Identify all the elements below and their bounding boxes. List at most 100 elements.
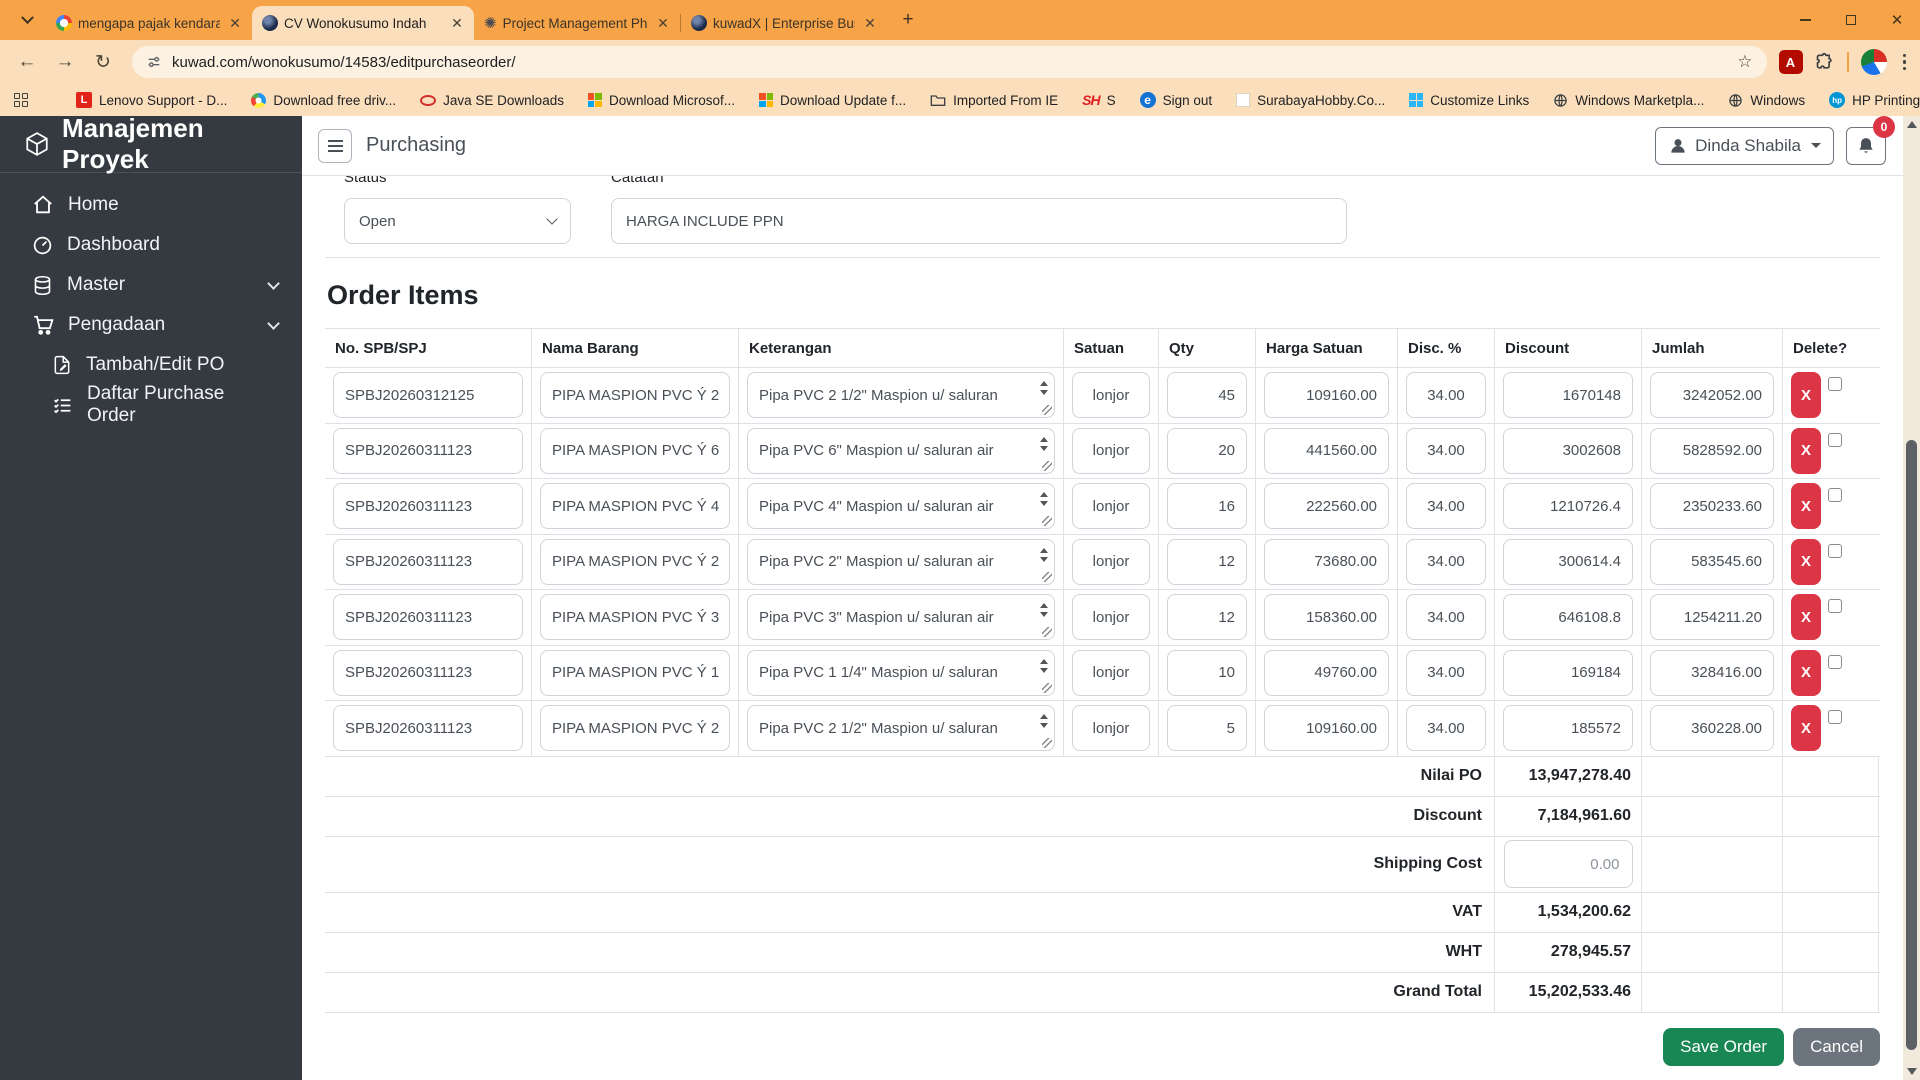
delete-checkbox[interactable]	[1828, 710, 1842, 725]
profile-avatar[interactable]	[1860, 49, 1887, 75]
delete-checkbox[interactable]	[1828, 377, 1842, 392]
site-info-icon[interactable]	[146, 54, 162, 70]
delete-row-button[interactable]: X	[1791, 538, 1821, 585]
harga-input[interactable]: 222560.00	[1264, 483, 1389, 530]
nama-input[interactable]: PIPA MASPION PVC Ý 3	[540, 594, 730, 641]
number-spinner-icon[interactable]	[1037, 598, 1051, 623]
disc-input[interactable]: 34.00	[1406, 427, 1486, 474]
disc-input[interactable]: 34.00	[1406, 538, 1486, 585]
bookmark-item[interactable]: Windows	[1728, 93, 1805, 108]
bookmark-item[interactable]: Customize Links	[1409, 93, 1529, 108]
shipping-cost-input[interactable]: 0.00	[1503, 840, 1633, 888]
bookmark-item[interactable]: Imported From IE	[930, 93, 1058, 108]
disc-input[interactable]: 34.00	[1406, 705, 1486, 752]
tab-search-button[interactable]	[14, 7, 40, 33]
satuan-input[interactable]: lonjor	[1072, 427, 1150, 474]
satuan-input[interactable]: lonjor	[1072, 538, 1150, 585]
save-order-button[interactable]: Save Order	[1663, 1027, 1785, 1066]
number-spinner-icon[interactable]	[1037, 487, 1051, 512]
extensions-puzzle-icon[interactable]	[1815, 52, 1835, 72]
nama-input[interactable]: PIPA MASPION PVC Ý 2	[540, 705, 730, 752]
harga-input[interactable]: 73680.00	[1264, 538, 1389, 585]
qty-input[interactable]: 20	[1167, 427, 1247, 474]
ket-input[interactable]: Pipa PVC 2 1/2" Maspion u/ saluran	[747, 372, 1055, 419]
spb-input[interactable]: SPBJ20260311123	[333, 705, 523, 752]
qty-input[interactable]: 5	[1167, 705, 1247, 752]
number-spinner-icon[interactable]	[1037, 431, 1051, 456]
sidebar-toggle-button[interactable]	[318, 128, 352, 163]
disc-input[interactable]: 34.00	[1406, 649, 1486, 696]
discount-input[interactable]: 646108.8	[1503, 594, 1633, 641]
nama-input[interactable]: PIPA MASPION PVC Ý 2	[540, 538, 730, 585]
harga-input[interactable]: 109160.00	[1264, 705, 1389, 752]
browser-tab[interactable]: kuwadX | Enterprise Business Pl ✕	[681, 6, 887, 40]
resize-grip-icon[interactable]	[1042, 571, 1052, 582]
harga-input[interactable]: 158360.00	[1264, 594, 1389, 641]
delete-checkbox[interactable]	[1828, 654, 1842, 669]
bookmark-item[interactable]: SurabayaHobby.Co...	[1236, 93, 1385, 108]
qty-input[interactable]: 10	[1167, 649, 1247, 696]
new-tab-button[interactable]: +	[895, 7, 921, 33]
disc-input[interactable]: 34.00	[1406, 483, 1486, 530]
nama-input[interactable]: PIPA MASPION PVC Ý 6	[540, 427, 730, 474]
nama-input[interactable]: PIPA MASPION PVC Ý 4	[540, 483, 730, 530]
qty-input[interactable]: 12	[1167, 594, 1247, 641]
bookmark-item[interactable]: Download free driv...	[251, 92, 396, 108]
browser-menu-button[interactable]	[1899, 50, 1911, 75]
jumlah-input[interactable]: 2350233.60	[1650, 483, 1774, 530]
satuan-input[interactable]: lonjor	[1072, 483, 1150, 530]
browser-tab[interactable]: ✺ Project Management Phases ✕	[474, 6, 680, 40]
delete-row-button[interactable]: X	[1791, 705, 1821, 752]
cancel-button[interactable]: Cancel	[1793, 1027, 1880, 1066]
jumlah-input[interactable]: 5828592.00	[1650, 427, 1774, 474]
ket-input[interactable]: Pipa PVC 2 1/2" Maspion u/ saluran	[747, 705, 1055, 752]
spb-input[interactable]: SPBJ20260311123	[333, 538, 523, 585]
bookmark-item[interactable]: Java SE Downloads	[420, 93, 564, 108]
browser-tab[interactable]: CV Wonokusumo Indah ✕	[252, 6, 474, 40]
spb-input[interactable]: SPBJ20260311123	[333, 649, 523, 696]
bookmark-item[interactable]: Windows Marketpla...	[1553, 93, 1704, 108]
ket-input[interactable]: Pipa PVC 1 1/4" Maspion u/ saluran	[747, 649, 1055, 696]
delete-checkbox[interactable]	[1828, 488, 1842, 503]
discount-input[interactable]: 1670148	[1503, 372, 1633, 419]
url-text[interactable]: kuwad.com/wonokusumo/14583/editpurchaseo…	[172, 54, 516, 71]
delete-checkbox[interactable]	[1828, 599, 1842, 614]
maximize-button[interactable]	[1828, 0, 1874, 40]
tab-close-button[interactable]: ✕	[654, 14, 672, 32]
nama-input[interactable]: PIPA MASPION PVC Ý 2	[540, 372, 730, 419]
catatan-input[interactable]: HARGA INCLUDE PPN	[611, 198, 1347, 244]
tab-close-button[interactable]: ✕	[861, 14, 879, 32]
satuan-input[interactable]: lonjor	[1072, 649, 1150, 696]
jumlah-input[interactable]: 1254211.20	[1650, 594, 1774, 641]
scroll-up-arrow-icon[interactable]	[1906, 121, 1917, 128]
forward-button[interactable]: →	[48, 45, 82, 79]
bookmark-item[interactable]: L Lenovo Support - D...	[76, 92, 227, 108]
user-menu-button[interactable]: Dinda Shabila	[1655, 126, 1834, 165]
qty-input[interactable]: 12	[1167, 538, 1247, 585]
browser-tab[interactable]: mengapa pajak kendaraan bem ✕	[46, 6, 252, 40]
delete-row-button[interactable]: X	[1791, 594, 1821, 641]
bookmark-star-icon[interactable]: ☆	[1737, 52, 1752, 72]
ket-input[interactable]: Pipa PVC 3" Maspion u/ saluran air	[747, 594, 1055, 641]
delete-checkbox[interactable]	[1828, 432, 1842, 447]
number-spinner-icon[interactable]	[1037, 542, 1051, 567]
delete-row-button[interactable]: X	[1791, 427, 1821, 474]
harga-input[interactable]: 441560.00	[1264, 427, 1389, 474]
ket-input[interactable]: Pipa PVC 4" Maspion u/ saluran air	[747, 483, 1055, 530]
adobe-extension-icon[interactable]: A	[1778, 50, 1803, 74]
resize-grip-icon[interactable]	[1042, 682, 1052, 693]
back-button[interactable]: ←	[10, 45, 44, 79]
scroll-down-arrow-icon[interactable]	[1906, 1068, 1917, 1075]
delete-row-button[interactable]: X	[1791, 372, 1821, 419]
bookmark-item[interactable]: Download Update f...	[759, 93, 906, 108]
resize-grip-icon[interactable]	[1042, 627, 1052, 638]
satuan-input[interactable]: lonjor	[1072, 372, 1150, 419]
nama-input[interactable]: PIPA MASPION PVC Ý 1	[540, 649, 730, 696]
sidebar-item-pengadaan[interactable]: Pengadaan	[0, 305, 302, 345]
harga-input[interactable]: 49760.00	[1264, 649, 1389, 696]
disc-input[interactable]: 34.00	[1406, 372, 1486, 419]
tab-close-button[interactable]: ✕	[448, 14, 466, 32]
sidebar-item-home[interactable]: Home	[0, 185, 302, 225]
bookmark-item[interactable]: e Sign out	[1139, 92, 1212, 108]
sidebar-item-master[interactable]: Master	[0, 265, 302, 305]
